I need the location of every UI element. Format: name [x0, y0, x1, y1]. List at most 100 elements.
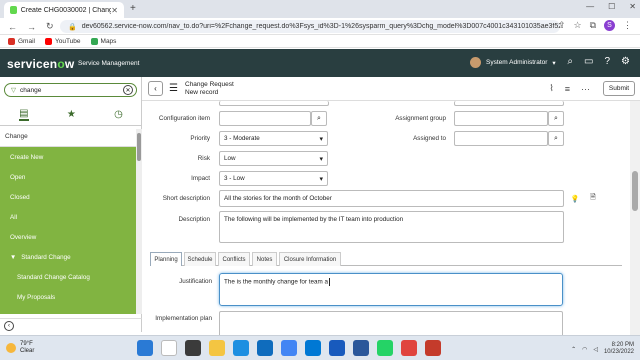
browser-menu-icon[interactable]: ⋮ — [623, 20, 632, 31]
clock-time: 8:20 PM — [611, 342, 634, 348]
collapse-nav-icon[interactable]: ‹ — [4, 321, 14, 331]
start-windows-icon[interactable] — [137, 340, 153, 356]
tab-conflicts[interactable]: Conflicts — [218, 252, 250, 266]
history-clock-icon[interactable]: ◷ — [114, 109, 123, 120]
clear-filter-icon[interactable]: ✕ — [123, 85, 133, 95]
all-apps-icon[interactable]: ▤ — [19, 108, 29, 121]
justification-textarea[interactable]: The is the monthly change for team a — [219, 273, 563, 306]
tab-schedule[interactable]: Schedule — [184, 252, 216, 266]
favorites-star-icon[interactable]: ★ — [67, 109, 76, 120]
profile-avatar[interactable]: S — [604, 20, 615, 31]
navigator-filter[interactable]: ▽ change ✕ — [4, 83, 137, 97]
configuration-item-search-icon[interactable]: ⌕ — [311, 111, 327, 126]
whatsapp-icon[interactable] — [377, 340, 393, 356]
settings-taskbar-icon[interactable] — [353, 340, 369, 356]
nav-section-change[interactable]: Change — [0, 127, 136, 147]
personalize-icon[interactable]: ≡ — [565, 84, 570, 94]
nav-item-open[interactable]: Open — [0, 167, 136, 187]
form-section-tabs: Planning Schedule Conflicts Notes Closur… — [150, 252, 622, 266]
edge-icon[interactable] — [233, 340, 249, 356]
justification-text: The is the monthly change for team a — [224, 278, 328, 286]
chrome-icon[interactable] — [281, 340, 297, 356]
tab-planning[interactable]: Planning — [150, 252, 182, 266]
servicenow-logo[interactable]: servicenow — [7, 57, 74, 71]
task-view-icon[interactable] — [185, 340, 201, 356]
form-scroll-thumb[interactable] — [632, 171, 638, 211]
triangle-down-icon: ▼ — [10, 253, 17, 261]
assignment-group-input[interactable] — [454, 111, 548, 126]
nav-item-standard-change[interactable]: ▼ Standard Change — [0, 247, 136, 267]
submit-button[interactable]: Submit — [603, 81, 635, 96]
bookmark-maps[interactable]: Maps — [90, 37, 116, 45]
caret-down-icon: ▾ — [552, 59, 556, 67]
extensions-icon[interactable]: ⧉ — [590, 20, 596, 31]
youtube-icon — [44, 37, 52, 45]
tab-notes[interactable]: Notes — [252, 252, 277, 266]
powerpoint-icon[interactable] — [425, 340, 441, 356]
outlook-icon[interactable] — [305, 340, 321, 356]
settings-gear-icon[interactable]: ⚙ — [621, 56, 630, 67]
nav-item-standard-change-catalog[interactable]: Standard Change Catalog — [0, 267, 136, 287]
clock-date: 10/23/2022 — [603, 349, 634, 355]
weather-widget[interactable]: 79°F Clear — [6, 341, 34, 355]
search-taskbar-icon[interactable] — [161, 340, 177, 356]
nav-item-overview[interactable]: Overview — [0, 227, 136, 247]
help-icon[interactable]: ? — [604, 56, 610, 67]
risk-select[interactable]: Low — [219, 151, 328, 166]
tab-closure-information[interactable]: Closure Information — [279, 252, 341, 266]
bookmark-star-icon[interactable]: ☆ — [573, 20, 581, 31]
filter-funnel-icon: ▽ — [11, 87, 16, 94]
more-options-icon[interactable]: ··· — [581, 84, 590, 94]
nav-scroll-thumb[interactable] — [137, 133, 141, 161]
browser-tab-bar: Create CHG0030002 | Change Re ✕ + — ☐ ✕ — [0, 0, 640, 18]
reload-icon[interactable]: ↻ — [46, 21, 54, 32]
close-tab-icon[interactable]: ✕ — [111, 6, 118, 15]
back-icon[interactable]: ← — [8, 22, 17, 32]
configuration-item-input[interactable] — [219, 111, 311, 126]
description-textarea[interactable]: The following will be implemented by the… — [219, 211, 564, 243]
form-back-button[interactable]: ‹ — [148, 81, 163, 96]
minimize-icon[interactable]: — — [586, 2, 594, 11]
impact-select[interactable]: 3 - Low — [219, 171, 328, 186]
search-icon[interactable]: ⌕ — [567, 56, 573, 67]
chat-icon[interactable]: ▭ — [584, 56, 593, 67]
priority-select[interactable]: 3 - Moderate — [219, 131, 328, 146]
clock[interactable]: 8:20 PM 10/23/2022 — [604, 342, 634, 356]
bookmark-gmail[interactable]: Gmail — [8, 37, 35, 45]
assignment-group-search-icon[interactable]: ⌕ — [548, 111, 564, 126]
form-scrollbar[interactable] — [630, 101, 640, 335]
share-icon[interactable]: ⇪ — [558, 20, 566, 31]
browser-tab[interactable]: Create CHG0030002 | Change Re ✕ — [4, 2, 124, 18]
nav-item-all[interactable]: All — [0, 207, 136, 227]
reference-book-icon[interactable]: 🗎 — [585, 191, 601, 206]
file-explorer-icon[interactable] — [209, 340, 225, 356]
store-icon[interactable] — [257, 340, 273, 356]
assigned-to-search-icon[interactable]: ⌕ — [548, 131, 564, 146]
user-menu[interactable]: System Administrator ▾ — [470, 57, 556, 68]
gmail-icon — [8, 37, 15, 45]
assigned-to-input[interactable] — [454, 131, 548, 146]
impact-label: Impact — [191, 175, 210, 182]
windows-taskbar: 79°F Clear ⌃ ◠ ◁ 8:20 PM 10/23/2022 — [0, 335, 640, 360]
implementation-plan-textarea[interactable] — [219, 311, 563, 335]
close-window-icon[interactable]: ✕ — [629, 2, 636, 11]
nav-item-my-proposals[interactable]: My Proposals — [0, 287, 136, 307]
bookmark-youtube[interactable]: YouTube — [44, 37, 81, 45]
forward-icon[interactable]: → — [27, 22, 36, 32]
maximize-icon[interactable]: ☐ — [608, 2, 615, 11]
form-menu-icon[interactable]: ☰ — [169, 83, 178, 94]
new-tab-icon[interactable]: + — [130, 3, 136, 14]
nav-item-closed[interactable]: Closed — [0, 187, 136, 207]
word-icon[interactable] — [329, 340, 345, 356]
browser-actions: ⇪ ☆ ⧉ S ⋮ — [558, 20, 632, 31]
short-description-input[interactable]: All the stories for the month of October — [219, 190, 564, 207]
attachment-icon[interactable]: ⌇ — [549, 83, 553, 94]
nav-item-create-new[interactable]: Create New — [0, 147, 136, 167]
url-field[interactable]: 🔒 dev60562.service-now.com/nav_to.do?uri… — [60, 20, 560, 33]
chevron-up-icon[interactable]: ⌃ — [571, 346, 576, 353]
volume-icon[interactable]: ◁ — [593, 346, 598, 353]
app-red-icon[interactable] — [401, 340, 417, 356]
suggestion-lightbulb-icon[interactable]: 💡 — [567, 191, 583, 206]
navigator-tabs: ▤ ★ ◷ — [0, 104, 142, 126]
wifi-icon[interactable]: ◠ — [582, 346, 587, 353]
